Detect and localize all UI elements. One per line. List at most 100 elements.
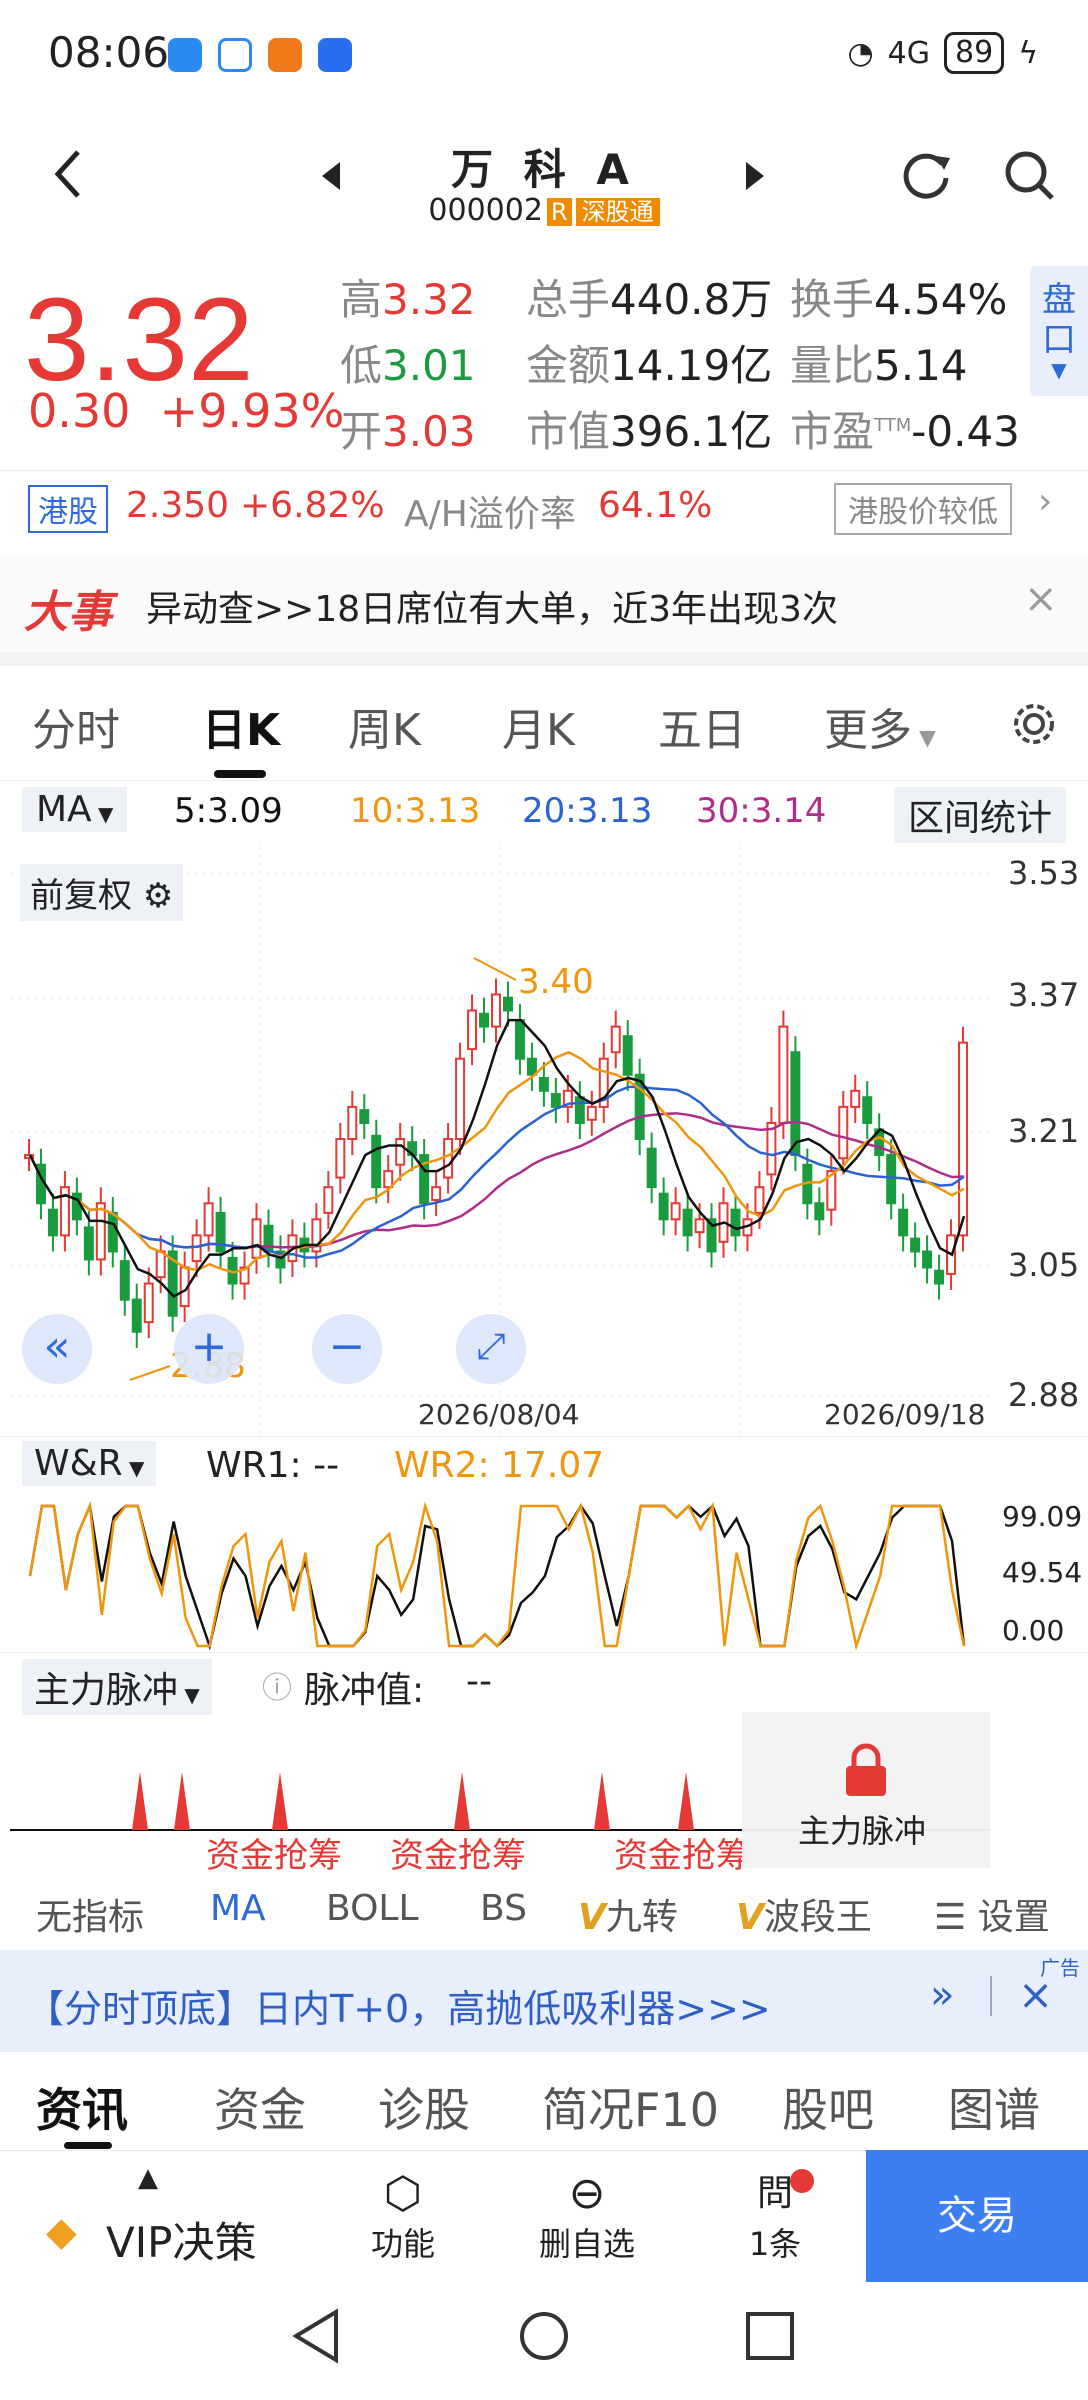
pulse-lock-overlay[interactable]: 主力脉冲 — [742, 1712, 990, 1868]
candle-down — [514, 1019, 525, 1060]
cube-icon: ⬡ — [383, 2168, 423, 2219]
event-tag: 大事 — [24, 587, 112, 638]
wr-selector[interactable]: W&R ▼ — [22, 1441, 157, 1486]
tab-intraday[interactable]: 分时 — [32, 694, 120, 758]
candle-up — [766, 1121, 777, 1176]
diamond-icon: ◆ — [46, 2209, 77, 2255]
news-tab-graph[interactable]: 图谱 — [948, 2074, 1040, 2140]
scroll-left-button[interactable]: « — [22, 1314, 92, 1384]
candle-up — [347, 1105, 358, 1141]
hk-pct: +6.82% — [240, 485, 385, 526]
pulse-spike — [454, 1772, 470, 1830]
ind-tab-band[interactable]: V波段王 — [736, 1888, 872, 1940]
date-label-1: 2026/08/04 — [418, 1398, 580, 1431]
function-label: 功能 — [370, 2225, 435, 2263]
ma20-line — [28, 1085, 965, 1259]
zoom-out-button[interactable]: − — [312, 1314, 382, 1384]
tab-daily-k[interactable]: 日K — [202, 694, 280, 758]
active-tab-underline — [214, 770, 266, 778]
ind-tab-boll[interactable]: BOLL — [326, 1888, 419, 1929]
range-stats-button[interactable]: 区间统计 — [894, 787, 1067, 843]
function-button[interactable]: ⬡ 功能 — [338, 2169, 468, 2265]
y-tick: 3.05 — [1008, 1246, 1080, 1284]
ind-tab-ma[interactable]: MA — [210, 1888, 266, 1929]
wr2-value: WR2: 17.07 — [394, 1445, 605, 1486]
candle-down — [814, 1202, 825, 1221]
candle-down — [119, 1260, 130, 1301]
divider — [0, 652, 1088, 666]
tag-shenzhen-connect: 深股通 — [575, 198, 660, 226]
candle-down — [131, 1298, 142, 1333]
adjust-selector[interactable]: 前复权 ⚙ — [20, 864, 184, 921]
ind-tab-settings[interactable]: ☰ 设置 — [934, 1888, 1050, 1940]
wr-tick: 99.09 — [1002, 1500, 1083, 1533]
candle-down — [622, 1035, 633, 1076]
zoom-in-button[interactable]: + — [174, 1314, 244, 1384]
hk-compare-button[interactable]: 港股价较低 — [834, 483, 1012, 535]
ind-tab-bs[interactable]: BS — [480, 1888, 527, 1929]
event-banner[interactable]: 大事 异动查>>18日席位有大单，近3年出现3次 × — [0, 556, 1088, 652]
candle-up — [323, 1186, 334, 1214]
next-stock-icon[interactable] — [742, 160, 768, 196]
change-pct: +9.93% — [159, 384, 345, 438]
y-tick: 2.88 — [1008, 1376, 1080, 1414]
indicator-tabs: 无指标 MA BOLL BS V九转 V波段王 ☰ 设置 — [0, 1888, 1088, 1944]
ma5-value: 5:3.09 — [174, 791, 283, 831]
candle-down — [479, 1012, 490, 1028]
news-tab-f10[interactable]: 简况F10 — [542, 2074, 719, 2140]
settings-list-icon: ☰ — [934, 1897, 967, 1938]
news-tab-forum[interactable]: 股吧 — [782, 2074, 874, 2140]
ma30-value: 30:3.14 — [696, 791, 827, 831]
tab-more[interactable]: 更多 ▼ — [824, 694, 936, 758]
open-cell: 开3.03 — [340, 407, 476, 456]
double-chevron-icon[interactable]: » — [930, 1972, 954, 2018]
settings-gear-icon[interactable] — [1010, 700, 1058, 752]
ind-tab-none[interactable]: 无指标 — [36, 1888, 144, 1940]
ma-selector[interactable]: MA ▼ — [22, 787, 128, 832]
ask-button[interactable]: 問 1条 — [710, 2169, 840, 2265]
refresh-icon[interactable] — [898, 148, 954, 208]
candle-down — [862, 1096, 873, 1124]
candle-down — [646, 1147, 657, 1189]
low-mark-leader — [129, 1365, 171, 1381]
vip-decision-button[interactable]: ▲ ◆ VIP决策 — [0, 2151, 306, 2283]
period-tabs: 分时 日K 周K 月K 五日 更多 ▼ — [0, 680, 1088, 780]
lock-icon — [842, 1742, 890, 1798]
candle-down — [886, 1154, 897, 1205]
kline-chart[interactable]: 前复权 ⚙ 3.40 2.88 2026/08/04 2026/09/18 « … — [10, 846, 990, 1434]
event-text: 异动查>>18日席位有大单，近3年出现3次 — [146, 589, 838, 630]
ma10-line — [28, 1050, 965, 1274]
hk-row[interactable]: 港股 2.350 +6.82% A/H溢价率 64.1% 港股价较低 › — [0, 470, 1088, 544]
news-tab-info[interactable]: 资讯 — [36, 2074, 128, 2140]
ad-banner[interactable]: 【分时顶底】日内T+0，高抛低吸利器>>> 广告 » × — [0, 1950, 1088, 2052]
wr1-line — [28, 1501, 966, 1651]
info-icon[interactable]: ⓘ — [262, 1663, 292, 1707]
tab-five-day[interactable]: 五日 — [658, 694, 746, 758]
vol-ratio-cell: 量比5.14 — [790, 341, 968, 390]
ind-tab-nine[interactable]: V九转 — [578, 1888, 678, 1940]
candle-up — [395, 1138, 406, 1166]
close-icon[interactable]: × — [1024, 576, 1058, 622]
date-label-2: 2026/09/18 — [824, 1398, 986, 1431]
fullscreen-button[interactable]: ⤢ — [456, 1314, 526, 1384]
pulse-spike — [132, 1772, 148, 1830]
nav-home-icon[interactable] — [516, 2308, 572, 2368]
low-cell: 低3.01 — [340, 341, 476, 390]
tab-weekly-k[interactable]: 周K — [348, 694, 421, 758]
tab-monthly-k[interactable]: 月K — [502, 694, 575, 758]
stock-code: 000002 — [428, 193, 543, 228]
active-tab-underline — [64, 2142, 112, 2149]
ad-text: 【分时顶底】日内T+0，高抛低吸利器>>> — [26, 1987, 771, 2031]
nav-recents-icon[interactable] — [744, 2310, 796, 2366]
nav-back-icon[interactable] — [290, 2308, 342, 2368]
trade-button[interactable]: 交易 — [866, 2150, 1088, 2282]
search-icon[interactable] — [1002, 148, 1058, 208]
news-tab-diagnose[interactable]: 诊股 — [378, 2074, 470, 2140]
pulse-selector[interactable]: 主力脉冲 ▼ — [22, 1659, 212, 1715]
news-tab-funds[interactable]: 资金 — [214, 2074, 306, 2140]
remove-watchlist-button[interactable]: ⊖ 删自选 — [522, 2169, 652, 2265]
close-icon[interactable]: × — [1018, 1970, 1053, 2019]
candle-up — [143, 1282, 154, 1324]
candle-up — [694, 1218, 705, 1234]
order-book-tab[interactable]: 盘口 ▼ — [1030, 266, 1088, 396]
